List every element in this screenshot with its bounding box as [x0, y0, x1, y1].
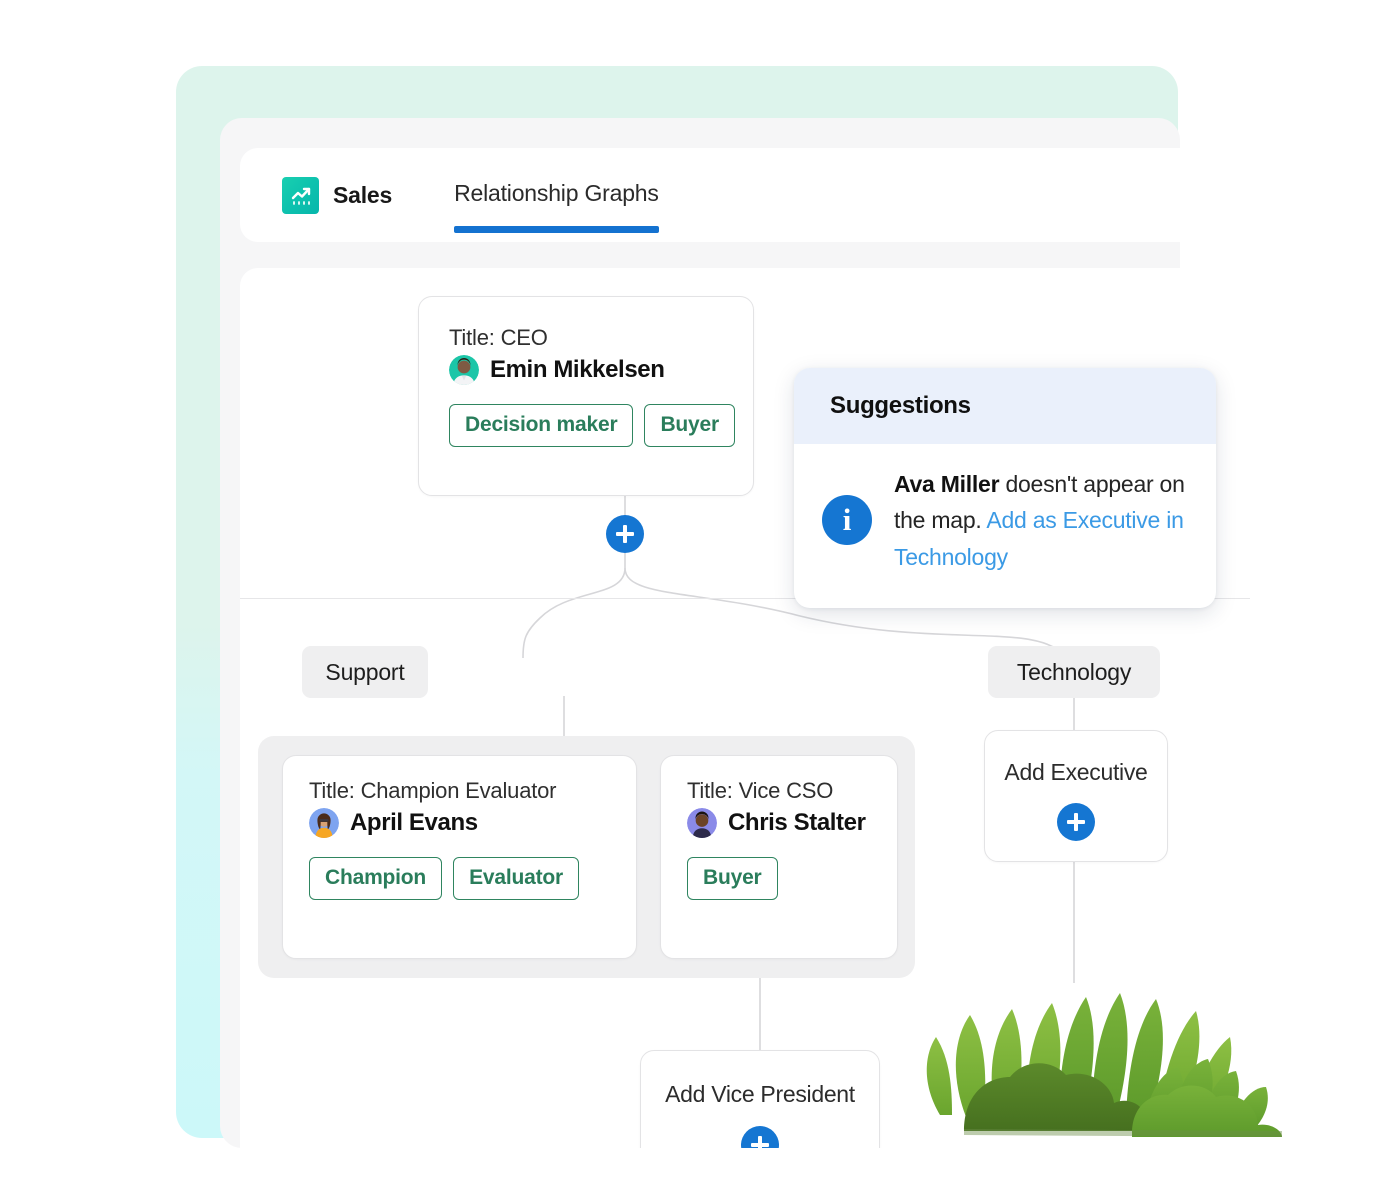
- suggestions-title: Suggestions: [830, 392, 971, 419]
- branch-label-technology[interactable]: Technology: [988, 646, 1160, 698]
- tab-relationship-graphs[interactable]: Relationship Graphs: [454, 179, 659, 233]
- add-vice-president-button[interactable]: [741, 1126, 779, 1148]
- node-person-name: April Evans: [350, 809, 478, 836]
- node-person-name: Emin Mikkelsen: [490, 356, 665, 383]
- suggestions-panel: Suggestions i Ava Miller doesn't appear …: [794, 368, 1216, 608]
- node-person: Emin Mikkelsen: [449, 355, 723, 385]
- add-node-button[interactable]: [606, 515, 644, 553]
- bush-illustration: [900, 975, 1300, 1165]
- role-tag[interactable]: Decision maker: [449, 404, 634, 447]
- app-name-label: Sales: [333, 181, 393, 208]
- tab-bar: Sales Relationship Graphs: [240, 148, 1250, 242]
- active-tab-indicator: [454, 225, 659, 233]
- add-card-label: Add Executive: [1004, 759, 1148, 785]
- node-tags: Champion Evaluator: [309, 857, 610, 900]
- suggestion-text: Ava Miller doesn't appear on the map. Ad…: [894, 466, 1188, 575]
- node-tags: Decision maker Buyer: [449, 404, 735, 447]
- info-icon: i: [822, 495, 872, 546]
- role-tag[interactable]: Buyer: [644, 404, 735, 447]
- node-person-name: Chris Stalter: [728, 809, 866, 836]
- node-person: April Evans: [309, 808, 610, 838]
- node-title: Title: Vice CSO: [687, 778, 834, 803]
- app-brand[interactable]: Sales: [282, 176, 393, 214]
- add-card-label: Add Vice President: [665, 1081, 855, 1107]
- tab-label: Relationship Graphs: [454, 179, 659, 206]
- avatar-chris-stalter: [687, 808, 717, 838]
- branch-label-support[interactable]: Support: [302, 646, 428, 698]
- add-card-vice-president[interactable]: Add Vice President: [640, 1050, 880, 1148]
- suggestions-header: Suggestions: [794, 368, 1216, 444]
- node-card-chris-stalter[interactable]: Title: Vice CSO Chris Stalter Buyer: [660, 755, 898, 959]
- role-tag[interactable]: Champion: [309, 857, 443, 900]
- avatar-emin-mikkelsen: [449, 355, 479, 385]
- node-card-ceo[interactable]: Title: CEO Emin Mikkelsen Decision maker…: [418, 296, 754, 496]
- node-card-april-evans[interactable]: Title: Champion Evaluator April Evans Ch…: [282, 755, 637, 959]
- branch-label-text: Technology: [1016, 658, 1132, 685]
- node-title: Title: Champion Evaluator: [309, 778, 557, 803]
- add-card-executive[interactable]: Add Executive: [984, 730, 1168, 862]
- avatar-april-evans: [309, 808, 339, 838]
- role-tag[interactable]: Evaluator: [453, 857, 579, 900]
- trending-chart-icon: [282, 176, 319, 214]
- add-executive-button[interactable]: [1057, 803, 1095, 841]
- node-title: Title: CEO: [449, 325, 548, 350]
- suggestion-item: i Ava Miller doesn't appear on the map. …: [794, 444, 1216, 575]
- node-tags: Buyer: [687, 857, 871, 900]
- node-person: Chris Stalter: [687, 808, 871, 838]
- suggestion-subject: Ava Miller: [894, 471, 1000, 497]
- screenshot-stage: Sales Relationship Graphs Title: CEO Emi…: [0, 0, 1400, 1200]
- branch-label-text: Support: [325, 658, 405, 685]
- role-tag[interactable]: Buyer: [687, 857, 778, 900]
